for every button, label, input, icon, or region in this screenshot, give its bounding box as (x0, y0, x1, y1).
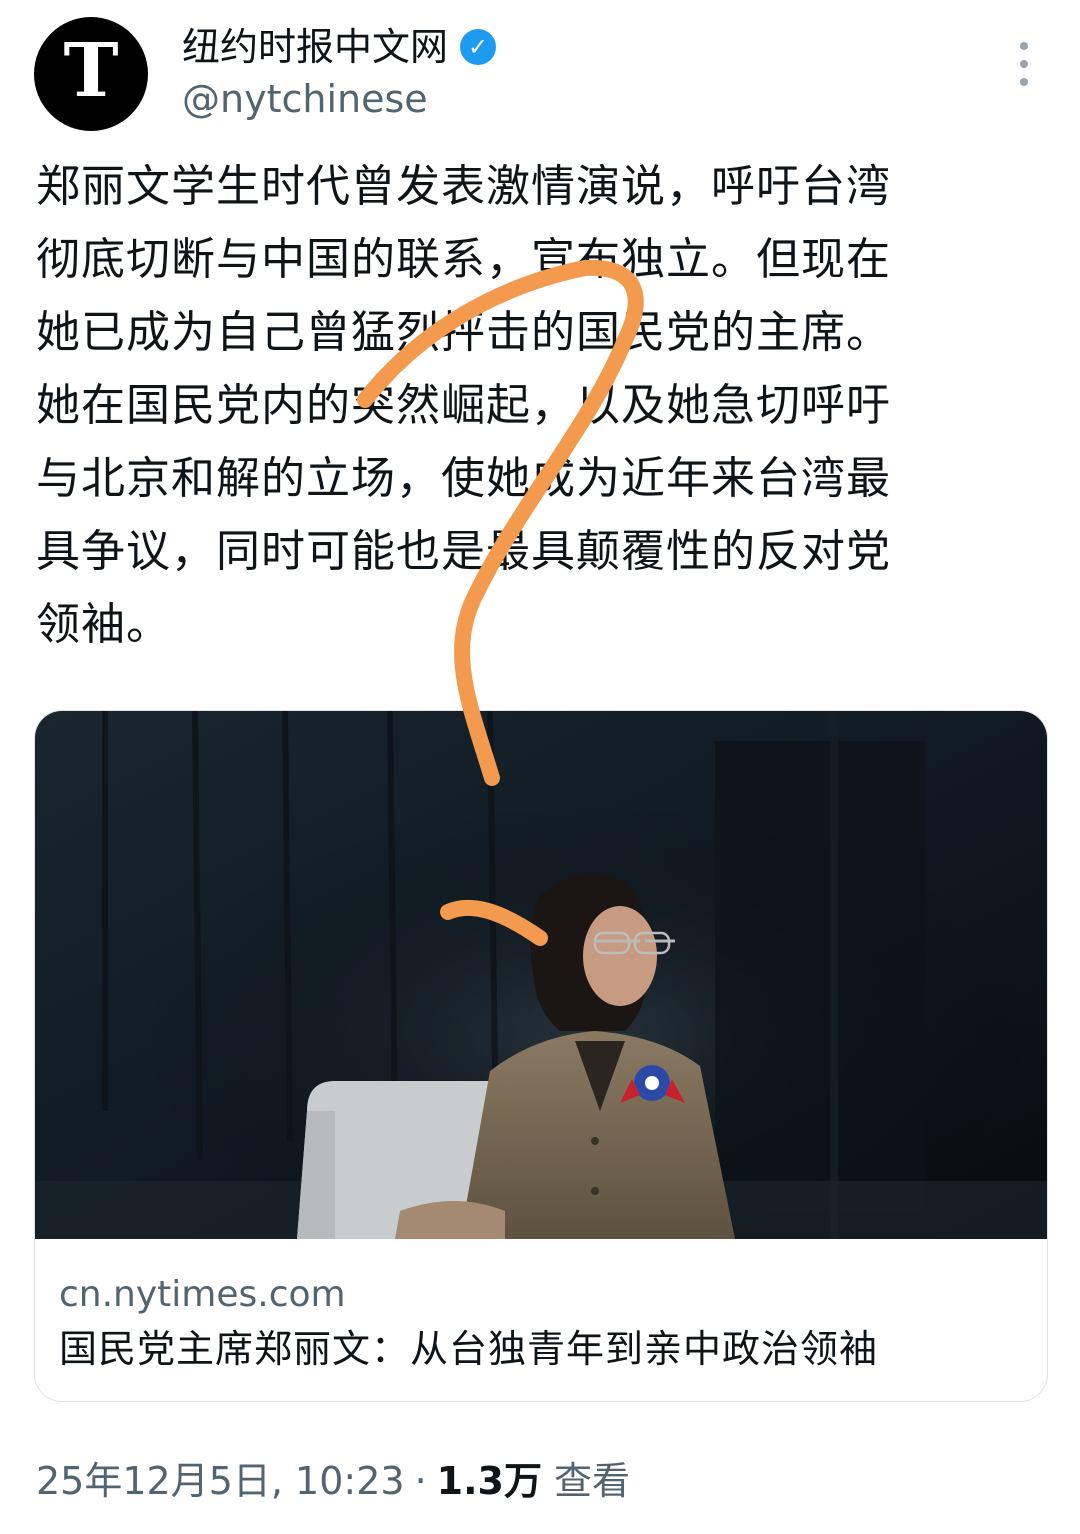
tweet-line: 郑丽文学生时代曾发表激情演说，呼吁台湾 (36, 161, 891, 212)
meta-separator: · (414, 1459, 427, 1503)
more-dot-icon (1020, 60, 1028, 68)
link-preview-card[interactable]: cn.nytimes.com 国民党主席郑丽文：从台独青年到亲中政治领袖 (34, 710, 1048, 1402)
more-dot-icon (1020, 42, 1028, 50)
tweet-line: 她在国民党内的突然崛起，以及她急切呼吁 (36, 380, 891, 431)
view-count[interactable]: 1.3万 (437, 1456, 542, 1506)
more-dot-icon (1020, 78, 1028, 86)
tweet-line: 与北京和解的立场，使她成为近年来台湾最 (36, 453, 891, 504)
link-domain: cn.nytimes.com (59, 1274, 346, 1315)
link-headline: 国民党主席郑丽文：从台独青年到亲中政治领袖 (59, 1327, 879, 1371)
tweet-timestamp[interactable]: 25年12月5日, 10:23 (36, 1456, 405, 1506)
account-handle[interactable]: @nytchinese (182, 76, 428, 122)
views-label: 查看 (553, 1459, 630, 1503)
tweet-line: 彻底切断与中国的联系，宣布独立。但现在 (36, 234, 891, 285)
tweet-meta: 25年12月5日, 10:23 · 1.3万 查看 (36, 1456, 630, 1506)
nyt-logo-icon: T (63, 28, 119, 114)
verified-badge-icon: ✓ (460, 29, 497, 65)
account-name[interactable]: 纽约时报中文网 ✓ (182, 24, 497, 70)
tweet-line: 具争议，同时可能也是最具颠覆性的反对党 (36, 526, 891, 577)
tweet-line: 领袖。 (36, 599, 171, 650)
tweet-line: 她已成为自己曾猛烈抨击的国民党的主席。 (36, 307, 891, 358)
account-avatar[interactable]: T (34, 17, 148, 131)
article-photo[interactable] (35, 711, 1047, 1239)
more-options-icon[interactable] (1012, 42, 1036, 86)
tweet-text: 郑丽文学生时代曾发表激情演说，呼吁台湾 彻底切断与中国的联系，宣布独立。但现在 … (36, 150, 1026, 661)
account-name-text: 纽约时报中文网 (182, 25, 449, 69)
